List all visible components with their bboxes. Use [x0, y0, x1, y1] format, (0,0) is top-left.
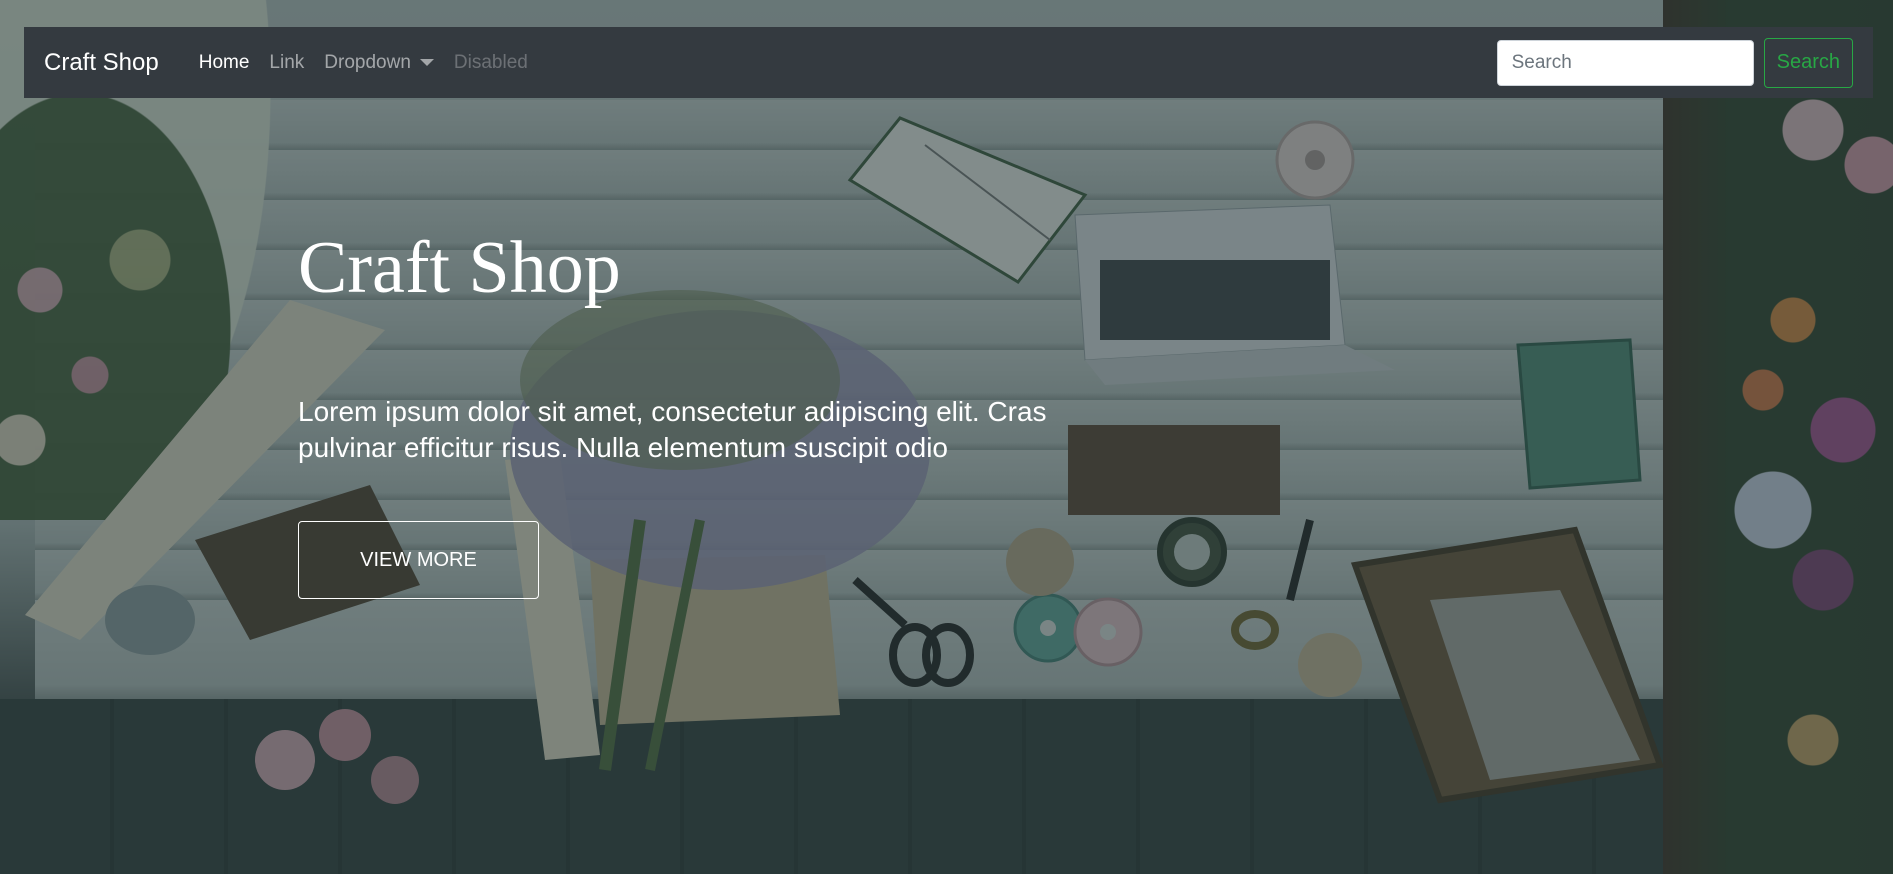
nav-links: Home Link Dropdown Disabled [189, 52, 538, 74]
nav-link-disabled: Disabled [453, 51, 528, 73]
hero-title: Craft Shop [298, 227, 621, 309]
nav-dropdown-label: Dropdown [324, 51, 411, 73]
nav-link-home[interactable]: Home [189, 52, 260, 74]
hero-description: Lorem ipsum dolor sit amet, consectetur … [298, 396, 1047, 463]
search-form: Search [1496, 37, 1853, 88]
nav-dropdown-toggle[interactable]: Dropdown [314, 52, 444, 74]
search-input[interactable] [1496, 39, 1754, 86]
nav-link-link[interactable]: Link [259, 52, 314, 74]
brand-logo-link[interactable]: Craft Shop [44, 49, 159, 77]
view-more-button[interactable]: VIEW MORE [298, 521, 539, 599]
search-button[interactable]: Search [1763, 37, 1853, 88]
caret-down-icon [419, 59, 434, 66]
navbar: Craft Shop Home Link Dropdown Disabled S… [24, 27, 1873, 98]
